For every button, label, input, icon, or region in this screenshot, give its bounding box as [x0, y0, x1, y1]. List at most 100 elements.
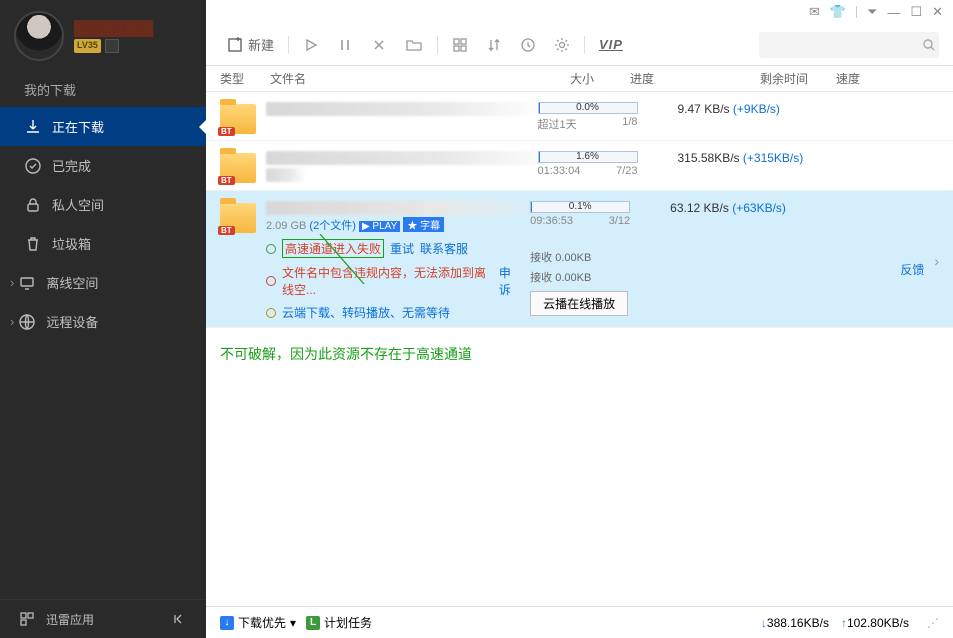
col-speed[interactable]: 速度 [836, 70, 939, 87]
feedback-link[interactable]: 反馈 [900, 261, 924, 278]
shirt-icon[interactable]: 👕 [830, 4, 846, 20]
speed-cell: 315.58KB/s (+315KB/s) [678, 151, 940, 184]
start-button[interactable] [297, 33, 325, 57]
new-task-label: 新建 [248, 35, 274, 54]
speed-cell: 63.12 KB/s (+63KB/s) 反馈 [670, 201, 924, 321]
file-size: 2.09 GB [266, 220, 306, 232]
trash-icon [24, 235, 42, 253]
check-circle-icon [24, 157, 42, 175]
collapse-icon[interactable] [170, 610, 188, 628]
window-titlebar: ✉ 👕 ⏷ — ☐ ✕ [206, 0, 953, 24]
col-type[interactable]: 类型 [220, 70, 270, 87]
menu-dropdown-icon[interactable]: ⏷ [867, 4, 877, 20]
globe-icon [18, 313, 36, 331]
resize-grip[interactable]: ⋰ [927, 616, 939, 630]
chevron-right-icon: › [10, 314, 14, 329]
avatar[interactable] [14, 11, 64, 61]
file-name [266, 201, 556, 215]
level-badge: LV35 [74, 39, 101, 53]
sidebar-item-downloading[interactable]: 正在下载 [0, 107, 206, 146]
sidebar-item-remote[interactable]: › 远程设备 [0, 302, 206, 341]
folder-icon: BT [220, 203, 256, 233]
play-badge[interactable]: ▶ PLAY [359, 221, 400, 232]
speed-cell: 9.47 KB/s (+9KB/s) [678, 102, 940, 134]
lock-icon [24, 196, 42, 214]
col-name[interactable]: 文件名 [270, 70, 570, 87]
download-list: BT 0.0% 超过1天1/8 9.47 KB/s (+9KB/s) BT [206, 92, 953, 606]
sidebar-item-private[interactable]: 私人空间 [0, 185, 206, 224]
cloud-msg-link[interactable]: 云端下载、转码播放、无需等待 [282, 304, 450, 321]
search-input[interactable] [767, 38, 922, 52]
separator [437, 36, 438, 54]
mail-icon[interactable]: ✉ [809, 4, 820, 20]
grid-view-button[interactable] [446, 33, 474, 57]
settings-button[interactable] [548, 33, 576, 57]
delete-button[interactable] [365, 33, 393, 57]
sidebar-item-label: 远程设备 [46, 312, 98, 331]
new-task-button[interactable]: 新建 [220, 31, 280, 58]
pause-button[interactable] [331, 33, 359, 57]
sidebar-bottom: 迅雷应用 [0, 599, 206, 638]
folder-icon: BT [220, 104, 256, 134]
file-name-sub [266, 168, 306, 182]
apps-icon[interactable] [18, 610, 36, 628]
minimize-button[interactable]: — [887, 5, 900, 20]
status-bullet-red [266, 276, 276, 286]
annotation-text: 不可破解，因为此资源不存在于高速通道 [206, 328, 953, 380]
vip-button[interactable]: VIP [593, 33, 629, 56]
status-bullet-green [266, 244, 276, 254]
progress-cell: 0.0% 超过1天1/8 [538, 102, 668, 134]
username: ████████ [74, 20, 153, 36]
col-progress[interactable]: 进度 [630, 70, 760, 87]
status-bullet-yellow [266, 308, 276, 318]
progress-cell: 0.1% 09:36:533/12 接收 0.00KB 接收 0.00KB 云播… [530, 201, 660, 321]
download-row[interactable]: BT 0.0% 超过1天1/8 9.47 KB/s (+9KB/s) [206, 92, 953, 141]
separator [288, 36, 289, 54]
download-icon [24, 118, 42, 136]
sidebar-item-completed[interactable]: 已完成 [0, 146, 206, 185]
close-button[interactable]: ✕ [932, 4, 943, 20]
sidebar-item-label: 私人空间 [52, 195, 104, 214]
file-name [266, 102, 546, 116]
maximize-button[interactable]: ☐ [910, 4, 922, 20]
sidebar-item-label: 垃圾箱 [52, 234, 91, 253]
annotation-arrow [310, 234, 430, 284]
download-priority-dropdown[interactable]: ↓ 下载优先 ▾ [220, 614, 296, 631]
bt-badge: BT [218, 226, 235, 235]
cloud-play-button[interactable]: 云播在线播放 [530, 291, 628, 316]
toolbar: 新建 VIP [206, 24, 953, 66]
down-chip-icon: ↓ [220, 616, 234, 630]
appeal-link[interactable]: 申诉 [499, 264, 520, 298]
schedule-button[interactable]: L 计划任务 [306, 614, 372, 631]
status-bar: ↓ 下载优先 ▾ L 计划任务 ↓388.16KB/s ↑102.80KB/s … [206, 606, 953, 638]
col-remain[interactable]: 剩余时间 [760, 70, 836, 87]
expand-row-icon[interactable]: › [934, 253, 939, 269]
schedule-chip-icon: L [306, 616, 320, 630]
sidebar-item-offline[interactable]: › 离线空间 [0, 263, 206, 302]
sort-button[interactable] [480, 33, 508, 57]
main-panel: ✉ 👕 ⏷ — ☐ ✕ 新建 VIP [206, 0, 953, 638]
file-name [266, 151, 556, 165]
sidebar-bottom-label[interactable]: 迅雷应用 [46, 611, 94, 628]
download-speed: ↓388.16KB/s [761, 616, 829, 630]
bt-badge: BT [218, 176, 235, 185]
search-icon[interactable] [922, 38, 936, 52]
subtitle-badge[interactable]: ★ 字幕 [403, 217, 444, 232]
col-size[interactable]: 大小 [570, 70, 630, 87]
separator [584, 36, 585, 54]
download-row[interactable]: BT 1.6% 01:33:047/23 315.58KB/s (+315KB/… [206, 141, 953, 191]
history-button[interactable] [514, 33, 542, 57]
sidebar: ████████ LV35 我的下载 正在下载 已完成 私人空 [0, 0, 206, 638]
progress-cell: 1.6% 01:33:047/23 [538, 151, 668, 184]
column-header: 类型 文件名 大小 进度 剩余时间 速度 [206, 66, 953, 92]
file-count-link[interactable]: (2个文件) [309, 220, 355, 232]
chevron-down-icon: ▾ [290, 616, 296, 630]
sidebar-item-trash[interactable]: 垃圾箱 [0, 224, 206, 263]
monitor-icon [18, 274, 36, 292]
open-folder-button[interactable] [399, 33, 429, 57]
separator [856, 6, 857, 18]
upload-speed: ↑102.80KB/s [841, 616, 909, 630]
chevron-right-icon: › [10, 275, 14, 290]
profile-area[interactable]: ████████ LV35 [0, 0, 206, 72]
search-box[interactable] [759, 32, 939, 58]
